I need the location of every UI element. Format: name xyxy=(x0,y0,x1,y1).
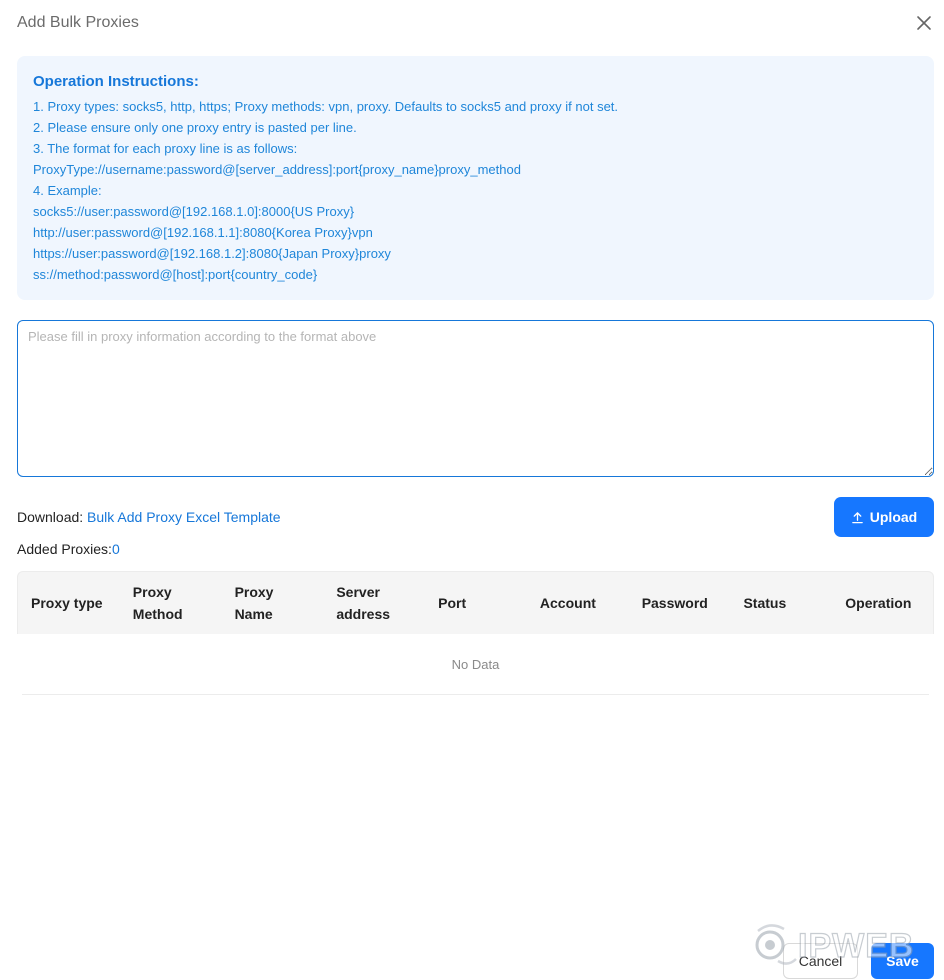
added-proxies-label: Added Proxies: xyxy=(17,541,112,557)
column-header-password: Password xyxy=(641,595,708,611)
column-header-status: Status xyxy=(743,595,787,611)
save-button[interactable]: Save xyxy=(871,943,934,979)
instruction-line: socks5://user:password@[192.168.1.0]:800… xyxy=(33,204,355,219)
instruction-line: ss://method:password@[host]:port{country… xyxy=(33,267,318,282)
instruction-line: 3. The format for each proxy line is as … xyxy=(33,141,298,156)
table-empty-state: No Data xyxy=(22,634,929,695)
upload-icon xyxy=(851,511,863,523)
instruction-line: ProxyType://username:password@[server_ad… xyxy=(33,162,521,177)
instruction-line: 2. Please ensure only one proxy entry is… xyxy=(33,120,357,135)
instruction-line: 4. Example: xyxy=(33,183,102,198)
dialog-header: Add Bulk Proxies xyxy=(0,0,944,48)
close-button[interactable] xyxy=(914,13,934,33)
added-proxies-count: 0 xyxy=(111,541,120,557)
column-header-proxy-type: Proxy type xyxy=(31,595,103,611)
upload-label: Upload xyxy=(869,509,918,525)
table-header: Proxy type Proxy Method Proxy Name Serve… xyxy=(17,571,934,634)
excel-template-link[interactable]: Bulk Add Proxy Excel Template xyxy=(87,509,281,525)
column-header-proxy-method: Proxy Method xyxy=(132,584,183,622)
cancel-button[interactable]: Cancel xyxy=(783,943,858,979)
download-label: Download: xyxy=(17,509,88,525)
instruction-line: https://user:password@[192.168.1.2]:8080… xyxy=(33,246,391,261)
instructions-list: 1. Proxy types: socks5, http, https; Pro… xyxy=(33,96,918,285)
instruction-line: 1. Proxy types: socks5, http, https; Pro… xyxy=(33,99,619,114)
dialog-footer: Cancel Save xyxy=(0,930,944,980)
column-header-port: Port xyxy=(438,595,467,611)
close-icon[interactable] xyxy=(914,13,934,33)
column-header-account: Account xyxy=(539,595,596,611)
upload-button[interactable]: Upload xyxy=(834,497,934,537)
column-header-operation: Operation xyxy=(845,595,912,611)
instruction-line: http://user:password@[192.168.1.1]:8080{… xyxy=(33,225,373,240)
dialog-title: Add Bulk Proxies xyxy=(17,14,139,31)
column-header-server-address: Server address xyxy=(336,584,391,622)
proxy-input-textarea[interactable] xyxy=(17,320,934,477)
operation-instructions: Operation Instructions: 1. Proxy types: … xyxy=(17,56,934,300)
column-header-proxy-name: Proxy Name xyxy=(234,584,274,622)
proxy-table: Proxy type Proxy Method Proxy Name Serve… xyxy=(17,571,934,695)
added-proxies: Added Proxies:0 xyxy=(17,541,120,557)
instructions-heading: Operation Instructions: xyxy=(33,73,199,90)
download-row: Download: Bulk Add Proxy Excel Template xyxy=(17,509,281,525)
